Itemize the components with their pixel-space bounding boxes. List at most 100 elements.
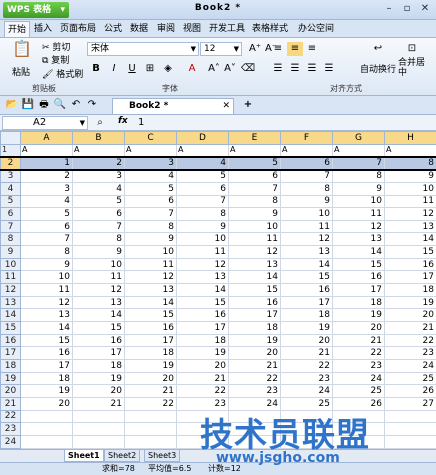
grid-cell[interactable]: 11 (280, 219, 333, 234)
grid-cell[interactable]: 5 (124, 181, 177, 196)
grid-cell[interactable]: 19 (20, 384, 73, 398)
grid-cell[interactable] (384, 422, 436, 436)
grid-cell[interactable]: 24 (280, 384, 333, 398)
grid-cell[interactable]: 14 (280, 257, 333, 272)
justify-icon[interactable]: ☰ (321, 62, 337, 76)
grid-cell[interactable]: 3 (20, 181, 73, 196)
grid-cell[interactable]: A (176, 143, 229, 158)
grid-cell[interactable]: 9 (280, 194, 333, 209)
minimize-button[interactable]: – (382, 3, 396, 16)
grow-font-icon[interactable]: A˄ (206, 62, 222, 76)
grid-cell[interactable]: 10 (332, 194, 385, 209)
grid-cell[interactable]: 12 (72, 283, 125, 297)
grid-cell[interactable]: 21 (124, 384, 177, 398)
grid-cell[interactable]: 9 (176, 219, 229, 234)
grid-cell[interactable] (124, 422, 177, 436)
font-size-select[interactable]: 12 ▼ (200, 42, 242, 56)
grid-cell[interactable]: 20 (124, 371, 177, 386)
sheet-tab-2[interactable]: Sheet2 (104, 450, 141, 462)
row-header[interactable]: 19 (0, 371, 21, 386)
grid-cell[interactable]: 21 (72, 397, 125, 411)
grid-cell[interactable]: 22 (384, 333, 436, 348)
search-icon[interactable]: ⌕ (92, 116, 108, 130)
grid-cell[interactable]: 26 (384, 384, 436, 398)
grid-cell[interactable]: 21 (280, 346, 333, 361)
paste-button-label[interactable]: 粘贴 (12, 65, 30, 78)
grid-cell[interactable]: 18 (228, 321, 281, 335)
grid-cell[interactable]: 11 (384, 194, 436, 209)
grid-cell[interactable]: 13 (280, 245, 333, 259)
grid-cell[interactable]: A (20, 143, 73, 158)
grid-cell[interactable] (72, 422, 125, 436)
grid-cell[interactable]: A (72, 143, 125, 158)
grid-cell[interactable]: 5 (20, 207, 73, 221)
grid-cell[interactable]: 20 (72, 384, 125, 398)
grid-cell[interactable]: 10 (124, 245, 177, 259)
maximize-button[interactable]: ▫ (400, 3, 414, 16)
wrap-text-icon[interactable]: ↩ (370, 42, 386, 56)
grid-cell[interactable]: 23 (384, 346, 436, 361)
row-header[interactable]: 5 (0, 194, 21, 209)
grid-cell[interactable]: 7 (124, 207, 177, 221)
row-header[interactable]: 13 (0, 295, 21, 310)
font-name-select[interactable]: 宋体 ▼ (87, 42, 199, 56)
sheet-tab-1[interactable]: Sheet1 (64, 450, 104, 462)
grid-cell[interactable]: 23 (332, 359, 385, 373)
row-header[interactable]: 9 (0, 245, 21, 259)
grid-cell[interactable]: 12 (384, 207, 436, 221)
grid-cell[interactable]: 18 (72, 359, 125, 373)
grid-cell[interactable]: 25 (384, 371, 436, 386)
grid-cell[interactable]: 3 (124, 155, 177, 171)
row-header[interactable]: 20 (0, 384, 21, 398)
row-header[interactable]: 18 (0, 359, 21, 373)
redo-icon[interactable]: ↷ (84, 98, 100, 112)
grid-cell[interactable]: 10 (176, 232, 229, 247)
tab-developer[interactable]: 开发工具 (207, 21, 247, 37)
open-icon[interactable]: 📂 (4, 98, 20, 112)
grid-cell[interactable]: 24 (384, 359, 436, 373)
row-header[interactable]: 11 (0, 270, 21, 285)
grid-cell[interactable]: 27 (384, 397, 436, 411)
row-header[interactable]: 10 (0, 257, 21, 272)
column-header[interactable]: G (332, 131, 385, 145)
grid-cell[interactable]: 21 (332, 333, 385, 348)
align-right-icon[interactable]: ☰ (304, 62, 320, 76)
row-header[interactable]: 24 (0, 434, 21, 450)
grid-cell[interactable]: 9 (228, 207, 281, 221)
tab-office-space[interactable]: 办公空间 (294, 21, 338, 37)
column-header[interactable]: C (124, 131, 177, 145)
grid-cell[interactable]: 16 (124, 321, 177, 335)
clear-format-icon[interactable]: ⌫ (240, 62, 256, 76)
border-icon[interactable]: ⊞ (142, 62, 158, 76)
name-box[interactable]: A2 ▼ (2, 116, 88, 130)
grid-cell[interactable]: 6 (228, 169, 281, 183)
grid-cell[interactable]: 19 (176, 346, 229, 361)
grid-cell[interactable]: 13 (176, 270, 229, 285)
tab-data[interactable]: 数据 (128, 21, 150, 37)
grid-cell[interactable]: 10 (228, 219, 281, 234)
grid-cell[interactable]: 7 (72, 219, 125, 234)
formula-input[interactable]: 1 (138, 117, 144, 128)
column-header[interactable]: H (384, 131, 436, 145)
grid-cell[interactable]: 20 (20, 397, 73, 411)
grid-cell[interactable]: 12 (332, 219, 385, 234)
grid-cell[interactable]: 2 (72, 155, 125, 171)
paste-icon[interactable]: 📋 (12, 41, 32, 62)
grid-cell[interactable]: 10 (72, 257, 125, 272)
grid-cell[interactable]: 15 (228, 283, 281, 297)
spreadsheet-grid[interactable]: ABCDEFGH1AAAAAAAA21234567832345678943456… (0, 131, 436, 450)
row-header[interactable]: 12 (0, 283, 21, 297)
grid-cell[interactable]: 17 (384, 270, 436, 285)
close-icon[interactable]: ✕ (222, 99, 230, 114)
grid-cell[interactable]: 4 (124, 169, 177, 183)
merge-center-icon[interactable]: ⊡ (404, 42, 420, 56)
row-header[interactable]: 1 (0, 143, 21, 158)
align-left-icon[interactable]: ☰ (270, 62, 286, 76)
grid-cell[interactable]: 22 (228, 371, 281, 386)
select-all-corner[interactable] (0, 131, 21, 145)
grid-cell[interactable]: 11 (72, 270, 125, 285)
grid-cell[interactable]: 15 (124, 308, 177, 323)
grid-cell[interactable]: 18 (280, 308, 333, 323)
row-header[interactable]: 8 (0, 232, 21, 247)
grid-cell[interactable]: 13 (384, 219, 436, 234)
